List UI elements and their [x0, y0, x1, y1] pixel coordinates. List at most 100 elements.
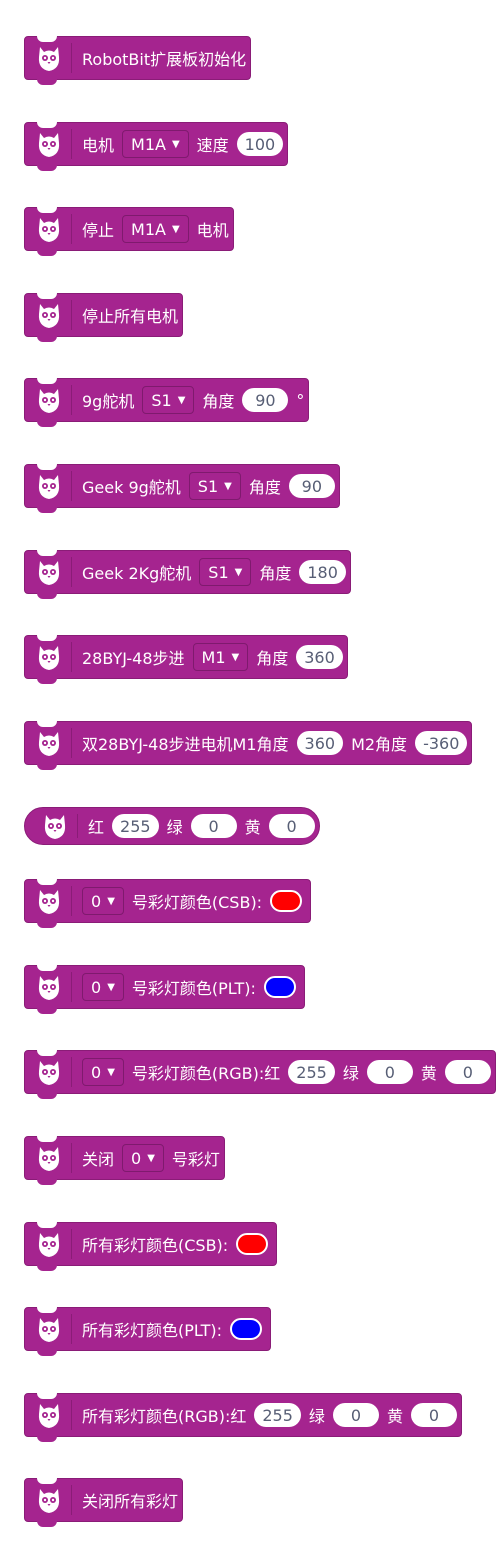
robotbit-owl-icon — [29, 723, 69, 763]
number-input[interactable]: 90 — [242, 388, 289, 412]
number-input[interactable]: 0 — [332, 1403, 379, 1427]
block-led-color-csb[interactable]: 0 ▼ 号彩灯颜色(CSB): — [24, 879, 312, 928]
block-label: 绿 — [342, 1064, 359, 1083]
icon-separator — [71, 300, 72, 330]
block-geek-servo-2kg[interactable]: Geek 2Kg舵机 S1 ▼ 角度 180 — [24, 550, 351, 599]
robotbit-owl-icon — [35, 806, 75, 846]
dropdown-field[interactable]: M1A ▼ — [122, 130, 189, 158]
dropdown-value: M1 — [201, 647, 226, 667]
icon-separator — [71, 1229, 72, 1259]
icon-separator — [71, 557, 72, 587]
block-label: 黄 — [244, 818, 261, 837]
dropdown-value: S1 — [197, 476, 219, 496]
robotbit-owl-icon — [29, 466, 69, 506]
robotbit-owl-icon — [29, 881, 69, 921]
icon-separator — [71, 43, 72, 73]
dropdown-arrow-icon: ▼ — [107, 1066, 115, 1078]
robotbit-owl-icon — [29, 1138, 69, 1178]
block-label: 电机 — [82, 136, 115, 155]
block-motor-stop[interactable]: 停止 M1A ▼ 电机 — [24, 207, 234, 256]
number-input[interactable]: 360 — [296, 645, 343, 669]
color-picker[interactable] — [270, 890, 303, 912]
icon-separator — [77, 814, 78, 838]
block-all-leds-rgb[interactable]: 所有彩灯颜色(RGB):红 255 绿 0 黄 0 — [24, 1393, 462, 1442]
block-dual-stepper[interactable]: 双28BYJ-48步进电机M1角度 360 M2角度 -360 — [24, 721, 473, 770]
block-servo-9g[interactable]: 9g舵机 S1 ▼ 角度 90 ° — [24, 378, 310, 427]
block-all-leds-plt[interactable]: 所有彩灯颜色(PLT): — [24, 1307, 272, 1356]
block-led-color-plt[interactable]: 0 ▼ 号彩灯颜色(PLT): — [24, 965, 305, 1014]
number-input[interactable]: 255 — [112, 814, 159, 838]
dropdown-field[interactable]: M1 ▼ — [192, 643, 249, 671]
block-label: 角度 — [248, 478, 281, 497]
block-rgb-reporter[interactable]: 红 255 绿 0 黄 0 — [24, 807, 320, 845]
dropdown-field[interactable]: 0 ▼ — [82, 973, 124, 1001]
number-input[interactable]: 90 — [288, 474, 335, 498]
icon-separator — [71, 1143, 72, 1173]
robotbit-owl-icon — [29, 1052, 69, 1092]
icon-separator — [71, 471, 72, 501]
number-input[interactable]: 255 — [254, 1403, 301, 1427]
robotbit-owl-icon — [29, 967, 69, 1007]
dropdown-field[interactable]: 0 ▼ — [82, 1058, 124, 1086]
dropdown-field[interactable]: 0 ▼ — [82, 887, 124, 915]
number-input[interactable]: 0 — [366, 1060, 413, 1084]
block-label: 停止所有电机 — [82, 307, 179, 326]
block-label: 所有彩灯颜色(CSB): — [82, 1236, 229, 1255]
block-init[interactable]: RobotBit扩展板初始化 — [24, 36, 252, 85]
block-led-off[interactable]: 关闭 0 ▼ 号彩灯 — [24, 1136, 225, 1185]
number-input[interactable]: -360 — [415, 731, 468, 755]
dropdown-field[interactable]: M1A ▼ — [122, 215, 189, 243]
robotbit-owl-icon — [29, 552, 69, 592]
color-picker[interactable] — [236, 1233, 269, 1255]
block-all-leds-csb[interactable]: 所有彩灯颜色(CSB): — [24, 1222, 278, 1271]
number-input[interactable]: 360 — [296, 731, 344, 755]
dropdown-value: 0 — [131, 1148, 142, 1168]
robotbit-owl-icon — [29, 1480, 69, 1520]
number-input[interactable]: 180 — [299, 560, 346, 584]
block-led-color-rgb[interactable]: 0 ▼ 号彩灯颜色(RGB):红 255 绿 0 黄 0 — [24, 1050, 496, 1099]
number-input[interactable]: 255 — [288, 1060, 335, 1084]
block-label: Geek 9g舵机 — [82, 478, 181, 497]
number-input[interactable]: 0 — [190, 814, 237, 838]
icon-separator — [71, 1314, 72, 1344]
block-label: 黄 — [386, 1407, 403, 1426]
number-input[interactable]: 0 — [444, 1060, 491, 1084]
number-input[interactable]: 0 — [410, 1403, 457, 1427]
icon-separator — [71, 1485, 72, 1515]
dropdown-field[interactable]: S1 ▼ — [199, 558, 252, 586]
dropdown-field[interactable]: S1 ▼ — [188, 472, 241, 500]
block-label: 角度 — [202, 392, 235, 411]
dropdown-arrow-icon: ▼ — [177, 394, 186, 406]
color-picker[interactable] — [230, 1318, 263, 1340]
dropdown-arrow-icon: ▼ — [224, 480, 232, 492]
robotbit-owl-icon — [29, 380, 69, 420]
block-label: 所有彩灯颜色(PLT): — [82, 1321, 223, 1340]
dropdown-field[interactable]: 0 ▼ — [122, 1144, 164, 1172]
number-input[interactable]: 100 — [236, 132, 284, 156]
block-label: 所有彩灯颜色(RGB):红 — [82, 1407, 247, 1426]
number-input[interactable]: 0 — [268, 814, 315, 838]
block-label: 双28BYJ-48步进电机M1角度 — [82, 735, 289, 754]
block-label: 电机 — [196, 221, 229, 240]
block-stepper[interactable]: 28BYJ-48步进 M1 ▼ 角度 360 — [24, 635, 348, 684]
dropdown-value: 0 — [91, 1062, 102, 1082]
icon-separator — [71, 1057, 72, 1087]
block-label: 绿 — [308, 1407, 325, 1426]
block-geek-servo-9g[interactable]: Geek 9g舵机 S1 ▼ 角度 90 — [24, 464, 340, 513]
block-label: 9g舵机 — [82, 392, 135, 411]
block-label: RobotBit扩展板初始化 — [82, 50, 247, 69]
block-motor-run[interactable]: 电机 M1A ▼ 速度 100 — [24, 122, 289, 171]
icon-separator — [71, 214, 72, 244]
dropdown-arrow-icon: ▼ — [171, 223, 180, 235]
block-stop-all-motors[interactable]: 停止所有电机 — [24, 293, 184, 342]
dropdown-arrow-icon: ▼ — [171, 138, 180, 150]
block-label: 红 — [88, 818, 105, 837]
color-picker[interactable] — [263, 976, 296, 998]
robotbit-owl-icon — [29, 1224, 69, 1264]
block-label: 28BYJ-48步进 — [82, 649, 185, 668]
dropdown-field[interactable]: S1 ▼ — [142, 386, 195, 414]
dropdown-value: 0 — [91, 977, 102, 997]
block-label: 号彩灯颜色(PLT): — [131, 979, 256, 998]
block-label: 角度 — [256, 649, 289, 668]
block-all-leds-off[interactable]: 关闭所有彩灯 — [24, 1478, 184, 1527]
